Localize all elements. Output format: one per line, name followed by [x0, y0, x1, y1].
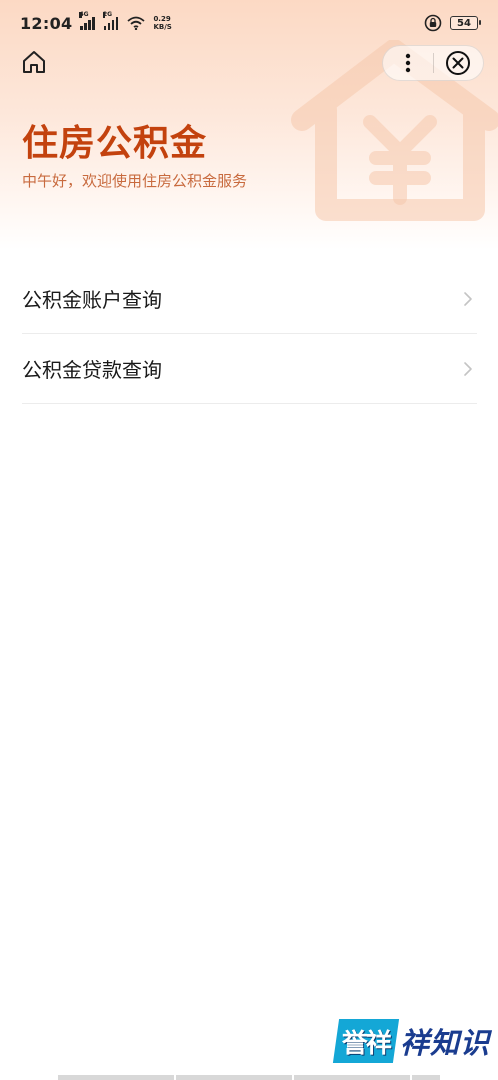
chevron-right-icon: [464, 361, 472, 376]
page-subtitle: 中午好，欢迎使用住房公积金服务: [22, 172, 248, 190]
page-title: 住房公积金: [22, 123, 208, 164]
menu-item-loan-query[interactable]: 公积金贷款查询: [22, 334, 477, 404]
network-type-label: 2G: [102, 11, 113, 18]
close-icon: [446, 51, 471, 75]
net-speed-value: 0.29: [153, 15, 171, 23]
capsule-menu: [382, 45, 484, 81]
more-button[interactable]: [383, 46, 433, 80]
home-icon: [23, 51, 45, 73]
bottom-bar: [58, 1075, 440, 1080]
home-button[interactable]: [20, 48, 48, 76]
signal-icon: 2G: [102, 12, 119, 30]
close-button[interactable]: [433, 46, 483, 80]
brand-logo: 誉祥: [332, 1019, 400, 1063]
signal-icon: 4G: [79, 12, 95, 30]
status-right: 54: [424, 14, 481, 32]
chevron-right-icon: [464, 291, 472, 306]
menu-item-label: 公积金账户查询: [22, 288, 162, 312]
wifi-icon: [127, 16, 146, 30]
more-vertical-icon: [405, 53, 410, 73]
menu-item-account-query[interactable]: 公积金账户查询: [22, 264, 477, 334]
menu-list: 公积金账户查询 公积金贷款查询: [22, 264, 477, 404]
network-type-label: 4G: [79, 11, 89, 18]
status-time: 12:04: [20, 13, 73, 33]
screen: 12:04 4G 2G 0.29 KB/S 54 住房公积金 中午好，欢迎使用住…: [0, 0, 498, 1080]
rotation-lock-icon: [424, 14, 442, 32]
brand-watermark: 誉祥 祥知识: [332, 1017, 491, 1065]
brand-text: 祥知识: [400, 1026, 491, 1060]
net-speed-unit: KB/S: [153, 23, 172, 31]
battery-icon: 54: [450, 16, 481, 30]
brand-badge-text: 誉祥: [341, 1028, 390, 1059]
battery-level: 54: [457, 17, 471, 29]
status-bar: 12:04 4G 2G 0.29 KB/S 54: [0, 0, 498, 46]
status-icons: 4G 2G 0.29 KB/S: [79, 12, 172, 31]
menu-item-label: 公积金贷款查询: [22, 358, 162, 382]
net-speed: 0.29 KB/S: [153, 15, 171, 31]
